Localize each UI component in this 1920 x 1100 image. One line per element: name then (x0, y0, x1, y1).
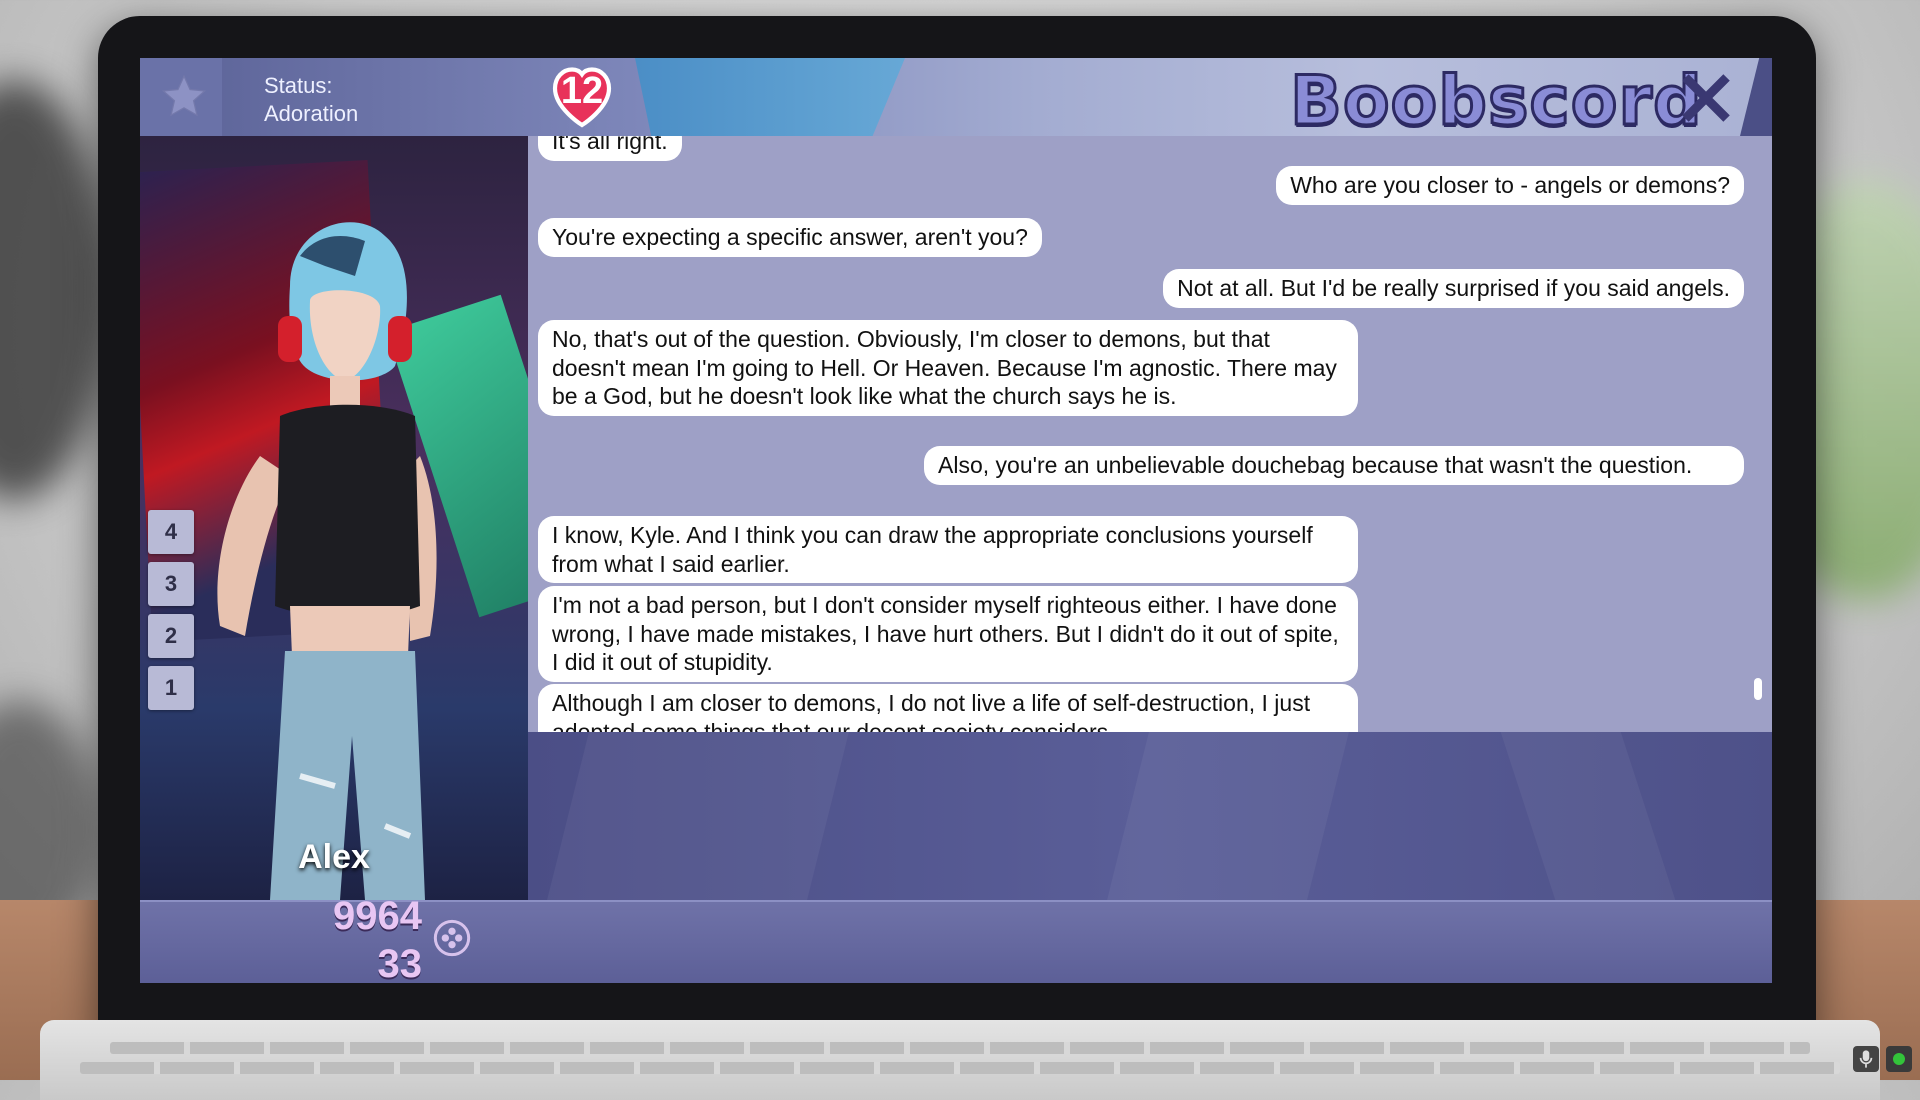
top-bar: Status: Adoration 12 Boobscord (140, 58, 1772, 143)
message-bubble: Although I am closer to demons, I do not… (538, 684, 1358, 732)
character-panel: 4 3 2 1 Alex (140, 136, 528, 900)
level-button-4[interactable]: 4 (148, 510, 194, 554)
keyboard-row (110, 1042, 1810, 1054)
reply-area (528, 732, 1772, 900)
score-primary: 9964 (333, 894, 422, 938)
keyboard-row (80, 1062, 1840, 1074)
status-indicator-icon (1886, 1046, 1912, 1072)
character-name: Alex (298, 838, 370, 876)
score-secondary: 33 (377, 942, 423, 983)
message-bubble: I know, Kyle. And I think you can draw t… (538, 516, 1358, 583)
app-title: Boobscord (1289, 61, 1704, 143)
laptop-keyboard-base (40, 1020, 1880, 1100)
chat-log[interactable]: It's all right. Who are you closer to - … (528, 136, 1772, 732)
laptop-screen: Status: Adoration 12 Boobscord 4 3 2 1 A… (140, 58, 1772, 983)
affection-count: 12 (560, 70, 604, 112)
message-bubble: Who are you closer to - angels or demons… (1276, 166, 1744, 205)
message-bubble: You're expecting a specific answer, aren… (538, 218, 1042, 257)
status-value: Adoration (264, 101, 359, 126)
level-button-2[interactable]: 2 (148, 614, 194, 658)
top-bar-right-edge (1740, 58, 1772, 136)
close-icon[interactable] (1680, 72, 1732, 124)
message-bubble: Not at all. But I'd be really surprised … (1163, 269, 1744, 308)
character-portrait (217, 222, 437, 900)
chat-scrollbar-thumb[interactable] (1754, 678, 1762, 700)
level-button-1[interactable]: 1 (148, 666, 194, 710)
message-bubble: It's all right. (538, 136, 682, 161)
mic-icon[interactable] (1853, 1046, 1879, 1072)
star-icon[interactable] (158, 72, 210, 122)
level-button-3[interactable]: 3 (148, 562, 194, 606)
background-blur-left (0, 80, 110, 500)
message-bubble: No, that's out of the question. Obviousl… (538, 320, 1358, 416)
message-bubble: Also, you're an unbelievable douchebag b… (924, 446, 1744, 485)
message-bubble: I'm not a bad person, but I don't consid… (538, 586, 1358, 682)
status-display: Status: Adoration (264, 72, 358, 128)
top-bar-accent (635, 58, 905, 136)
gamepad-icon (433, 919, 471, 957)
status-label: Status: (264, 73, 333, 98)
